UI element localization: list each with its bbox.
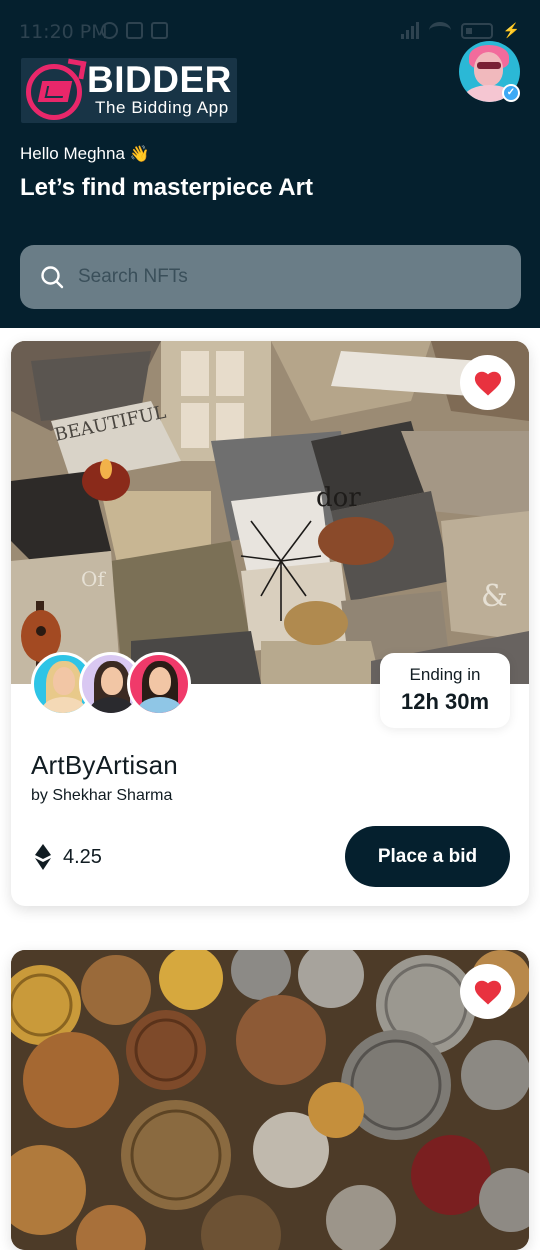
- nft-price: 4.25: [35, 844, 102, 870]
- search-icon: [41, 266, 64, 289]
- place-bid-button[interactable]: Place a bid: [345, 826, 510, 887]
- nft-card[interactable]: BEAUTIFUL dor & Of Ending in 12h 30m Art…: [11, 341, 529, 906]
- lock-icon: [151, 22, 168, 39]
- status-system-icons: ⚡: [400, 22, 520, 39]
- auction-timer: Ending in 12h 30m: [380, 653, 510, 728]
- logo-subtitle: The Bidding App: [95, 98, 229, 117]
- nft-artwork-image[interactable]: BEAUTIFUL dor & Of: [11, 341, 529, 684]
- ending-label: Ending in: [409, 665, 481, 684]
- nft-author: by Shekhar Sharma: [31, 787, 173, 804]
- favorite-button[interactable]: [460, 964, 515, 1019]
- nft-card[interactable]: [11, 950, 529, 1250]
- ethereum-icon: [35, 844, 51, 870]
- heart-icon: [474, 371, 501, 395]
- app-notification-icon: [101, 22, 118, 39]
- svg-text:dor: dor: [316, 483, 361, 513]
- wave-emoji-icon: 👋: [129, 146, 150, 163]
- bidder-avatars: [31, 652, 191, 716]
- battery-icon: [460, 22, 493, 39]
- cast-icon: [126, 22, 143, 39]
- wifi-icon: [428, 22, 451, 39]
- status-notification-icons: [101, 22, 168, 39]
- nft-artwork-image[interactable]: [11, 950, 529, 1250]
- app-logo: BIDDER The Bidding App: [21, 58, 237, 123]
- ending-time: 12h 30m: [400, 689, 490, 714]
- search-bar[interactable]: [20, 245, 521, 309]
- favorite-button[interactable]: [460, 355, 515, 410]
- status-time: 11:20 PM: [19, 21, 108, 43]
- logo-mark-icon: [26, 58, 87, 120]
- status-bar: 11:20 PM ⚡: [0, 0, 540, 64]
- svg-text:&: &: [481, 579, 508, 614]
- signal-icon: [400, 22, 419, 39]
- charging-icon: ⚡: [502, 22, 520, 38]
- nft-title: ArtByArtisan: [31, 750, 178, 780]
- price-value: 4.25: [63, 845, 102, 868]
- greeting-name: Hello Meghna: [20, 144, 125, 163]
- heart-icon: [474, 980, 501, 1004]
- app-header: 11:20 PM ⚡ BIDDER The Bidding App ✓ Hell…: [0, 0, 540, 328]
- svg-text:Of: Of: [81, 567, 106, 591]
- bidder-avatar: [127, 652, 191, 716]
- verified-badge-icon: ✓: [502, 84, 520, 102]
- greeting-text: Hello Meghna 👋: [20, 144, 150, 164]
- page-headline: Let’s find masterpiece Art: [20, 174, 313, 201]
- logo-title: BIDDER: [87, 59, 232, 100]
- search-input[interactable]: [78, 245, 498, 309]
